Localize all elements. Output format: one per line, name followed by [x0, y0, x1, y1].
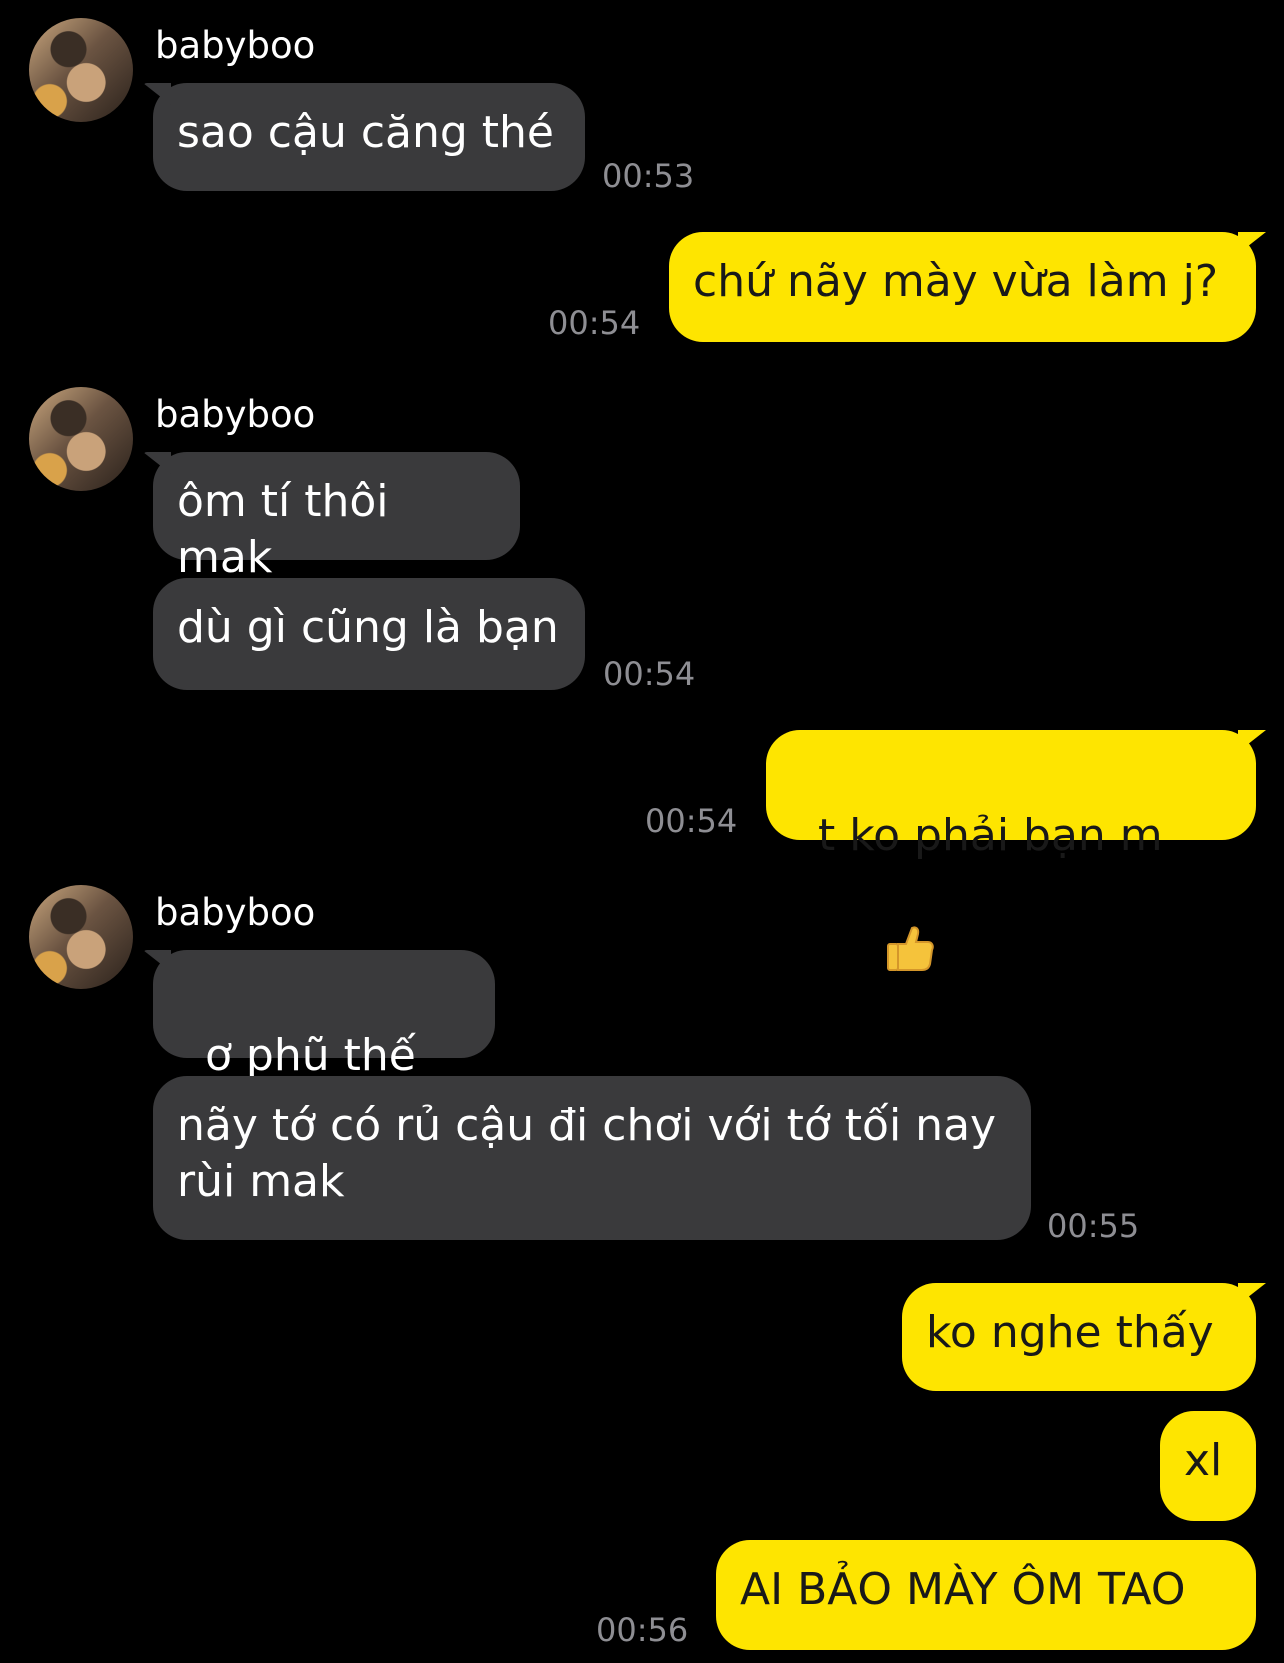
contact-avatar[interactable]	[29, 885, 133, 989]
message-bubble-outgoing[interactable]: AI BẢO MÀY ÔM TAO	[716, 1540, 1256, 1650]
message-timestamp: 00:54	[548, 304, 641, 342]
message-bubble-outgoing[interactable]: xl	[1160, 1411, 1256, 1521]
message-timestamp: 00:55	[1047, 1207, 1140, 1245]
message-bubble-outgoing[interactable]: ko nghe thấy	[902, 1283, 1256, 1391]
sender-name: babyboo	[155, 393, 316, 436]
message-timestamp: 00:53	[602, 157, 695, 195]
contact-avatar[interactable]	[29, 387, 133, 491]
contact-avatar[interactable]	[29, 18, 133, 122]
message-bubble-outgoing[interactable]: t ko phải bạn m	[766, 730, 1256, 971]
message-text: t ko phải bạn m	[817, 810, 1163, 861]
sender-name: babyboo	[155, 891, 316, 934]
message-bubble-incoming[interactable]: nãy tớ có rủ cậu đi chơi với tớ tối nay …	[153, 1076, 1031, 1240]
message-text: ơ phũ thế	[204, 1030, 416, 1081]
message-bubble-incoming[interactable]: dù gì cũng là bạn	[153, 578, 585, 690]
message-bubble-incoming[interactable]: ôm tí thôi mak	[153, 452, 520, 583]
message-timestamp: 00:56	[596, 1611, 689, 1649]
message-bubble-incoming[interactable]: sao cậu căng thé	[153, 83, 585, 191]
message-bubble-outgoing[interactable]: chứ nãy mày vừa làm j?	[669, 232, 1256, 342]
thumbs-up-emoji-icon	[826, 864, 938, 1046]
message-timestamp: 00:54	[645, 802, 738, 840]
sender-name: babyboo	[155, 24, 316, 67]
message-timestamp: 00:54	[603, 655, 696, 693]
message-bubble-incoming[interactable]: ơ phũ thế	[153, 950, 495, 1194]
